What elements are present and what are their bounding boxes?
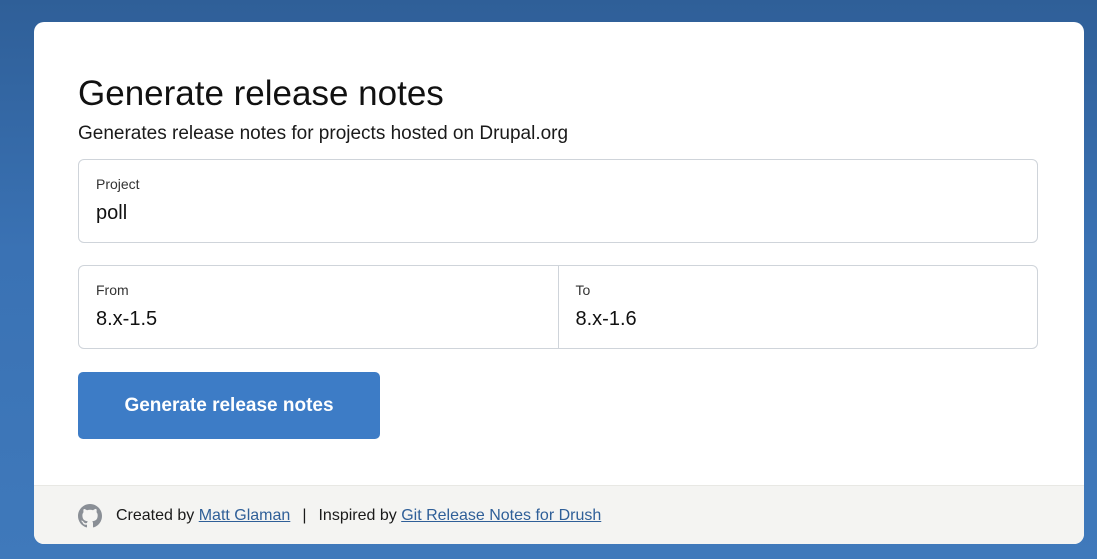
github-icon[interactable] [78,504,102,528]
project-label: Project [96,176,140,192]
to-label: To [575,282,591,298]
to-input[interactable] [562,304,1030,334]
project-field[interactable]: Project [78,159,1038,243]
from-label: From [96,282,129,298]
footer-credits: Created by Matt Glaman | Inspired by Git… [78,504,601,528]
version-range-group: From To [78,265,1038,349]
footer-separator: | [302,507,307,524]
generate-release-notes-button[interactable]: Generate release notes [78,372,380,439]
page-subtitle: Generates release notes for projects hos… [78,123,569,144]
inspiration-link[interactable]: Git Release Notes for Drush [401,506,601,526]
created-by-text: Created by [116,507,195,524]
main-card: Generate release notes Generates release… [34,22,1084,544]
author-link[interactable]: Matt Glaman [199,506,291,526]
to-field[interactable]: To [559,266,1038,348]
from-field[interactable]: From [79,266,559,348]
page-title: Generate release notes [78,74,444,113]
from-input[interactable] [83,304,551,334]
footer: Created by Matt Glaman | Inspired by Git… [34,485,1084,544]
inspired-by-text: Inspired by [318,507,397,524]
project-input[interactable] [83,198,1030,228]
